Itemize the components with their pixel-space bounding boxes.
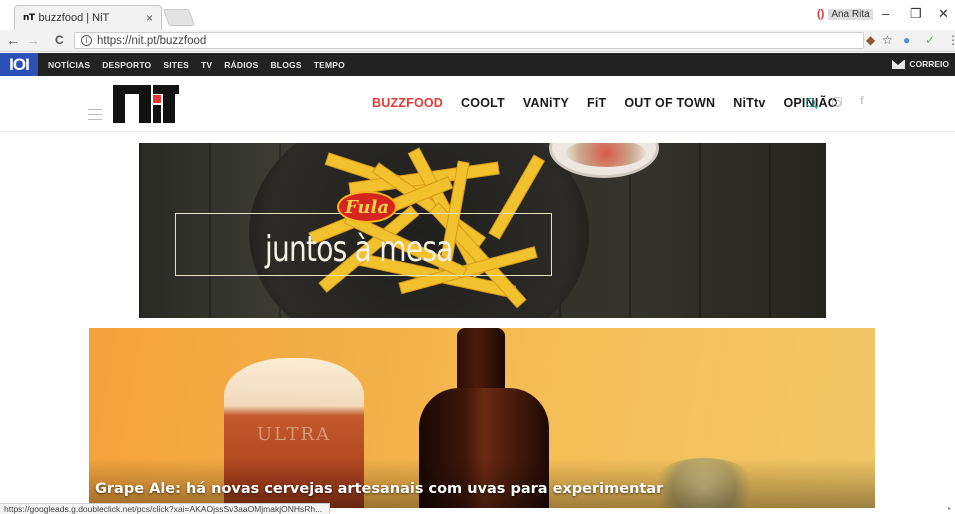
nit-logo[interactable]	[113, 85, 179, 123]
check-extension-icon[interactable]: ✓	[925, 33, 935, 47]
nav-vanity[interactable]: VANiTY	[523, 96, 569, 110]
tab-title: buzzfood | NiT	[38, 12, 110, 24]
topnav-radios[interactable]: RÁDIOS	[224, 60, 258, 70]
minimize-button[interactable]: –	[882, 6, 889, 21]
nav-buzzfood[interactable]: BUZZFOOD	[372, 96, 443, 110]
featured-article[interactable]: ULTRA Grape Ale: há novas cervejas artes…	[89, 328, 875, 508]
nav-coolt[interactable]: COOLT	[461, 96, 505, 110]
tab-close-icon[interactable]: ×	[146, 11, 153, 25]
glass-print: ULTRA	[256, 424, 332, 445]
scroll-arrow-icon[interactable]: ▸	[948, 505, 951, 512]
ad-banner[interactable]: Fula juntos à mesa	[139, 143, 826, 318]
info-icon[interactable]: i	[81, 35, 92, 46]
forward-button[interactable]: →	[26, 32, 40, 48]
profile-icon: ()	[817, 8, 825, 20]
topnav-desporto[interactable]: DESPORTO	[102, 60, 151, 70]
close-window-button[interactable]: ✕	[938, 6, 949, 22]
network-nav: NOTÍCIAS DESPORTO SITES TV RÁDIOS BLOGS …	[48, 60, 345, 70]
bookmark-star-icon[interactable]: ☆	[882, 33, 893, 47]
correio-link[interactable]: CORREIO	[892, 59, 949, 69]
ad-slogan: juntos à mesa	[265, 229, 453, 270]
extension-icon[interactable]: ◆	[866, 33, 875, 47]
url-text: https://nit.pt/buzzfood	[97, 34, 207, 47]
search-icon[interactable]	[806, 98, 815, 107]
nav-out-of-town[interactable]: OUT OF TOWN	[624, 96, 715, 110]
nav-nittv[interactable]: NiTtv	[733, 96, 765, 110]
topnav-tempo[interactable]: TEMPO	[314, 60, 345, 70]
facebook-icon[interactable]: f	[860, 95, 864, 107]
topnav-noticias[interactable]: NOTÍCIAS	[48, 60, 90, 70]
back-button[interactable]: ←	[6, 32, 20, 48]
restore-button[interactable]: ❐	[910, 6, 922, 22]
browser-tab[interactable]: nT buzzfood | NiT ×	[14, 5, 162, 30]
topnav-blogs[interactable]: BLOGS	[270, 60, 301, 70]
new-tab-button[interactable]	[162, 9, 196, 26]
topnav-sites[interactable]: SITES	[163, 60, 189, 70]
network-topbar: IOI NOTÍCIAS DESPORTO SITES TV RÁDIOS BL…	[0, 53, 955, 76]
iol-logo[interactable]: IOI	[0, 53, 38, 76]
instagram-icon[interactable]	[832, 97, 842, 107]
messenger-icon[interactable]: ●	[903, 33, 910, 47]
hamburger-menu-icon[interactable]	[88, 109, 102, 124]
browser-tabstrip: nT buzzfood | NiT × () Ana Rita – ❐ ✕	[0, 0, 955, 30]
fula-brand-logo: Fula	[337, 191, 397, 223]
main-nav: BUZZFOOD COOLT VANiTY FiT OUT OF TOWN Ni…	[372, 96, 838, 110]
browser-menu-icon[interactable]: ⋮	[947, 33, 955, 47]
profile-name: Ana Rita	[828, 8, 873, 20]
correio-label: CORREIO	[909, 59, 949, 69]
reload-button[interactable]: C	[55, 33, 64, 47]
address-bar[interactable]: i https://nit.pt/buzzfood	[74, 32, 864, 49]
profile-badge[interactable]: () Ana Rita	[817, 8, 873, 20]
article-title[interactable]: Grape Ale: há novas cervejas artesanais …	[95, 481, 663, 497]
browser-toolbar: ← → C i https://nit.pt/buzzfood ◆ ☆ ● ✓ …	[0, 30, 955, 52]
nav-fit[interactable]: FiT	[587, 96, 606, 110]
nit-favicon-icon: nT	[23, 13, 35, 23]
site-header: BUZZFOOD COOLT VANiTY FiT OUT OF TOWN Ni…	[0, 76, 955, 132]
mail-icon	[892, 59, 906, 69]
topnav-tv[interactable]: TV	[201, 60, 212, 70]
status-bar: https://googleads.g.doubleclick.net/pcs/…	[0, 503, 330, 514]
